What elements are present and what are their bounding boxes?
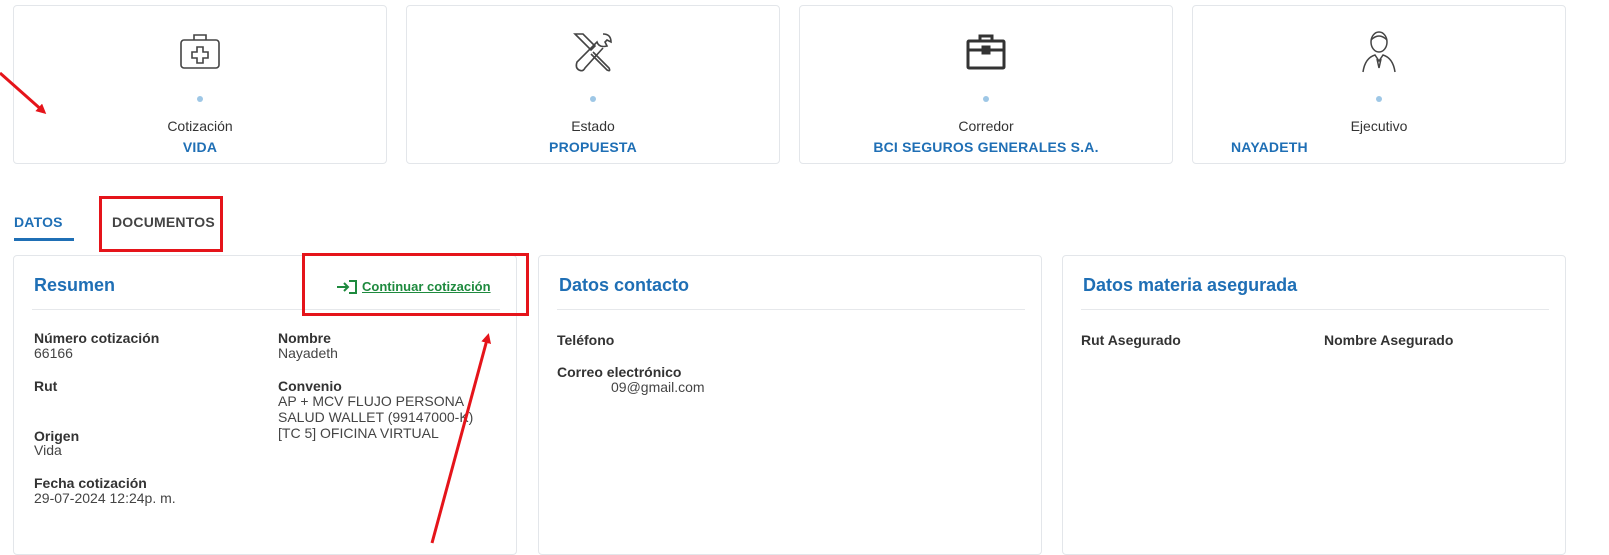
annotation-arrow-top-left — [0, 71, 47, 114]
annotation-arrow-bottom — [430, 333, 491, 544]
annotation-arrows — [0, 71, 491, 544]
